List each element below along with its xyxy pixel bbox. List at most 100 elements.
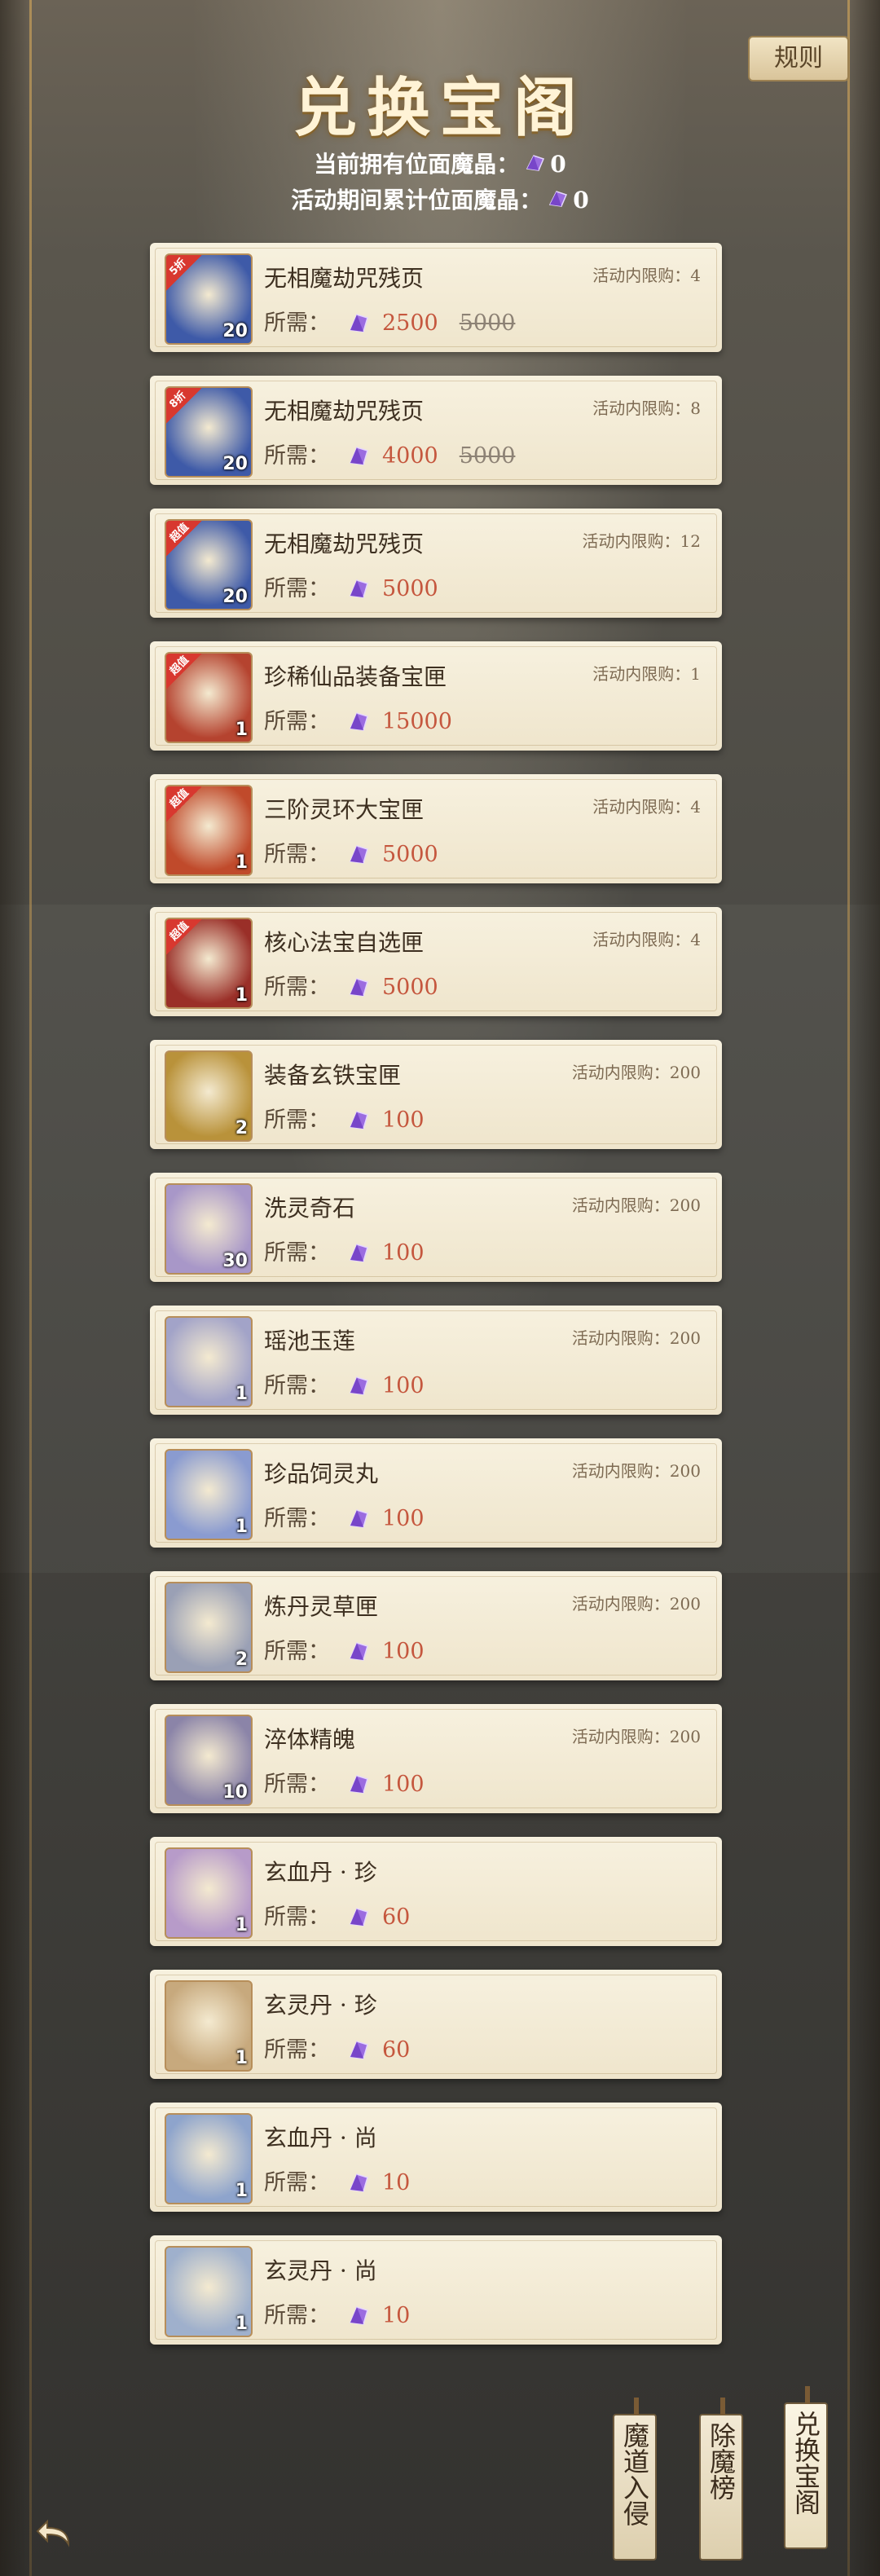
price-label: 所需： [264, 2303, 330, 2328]
price-row: 所需： 100 [264, 1766, 446, 1802]
item-quantity: 1 [235, 1915, 248, 1935]
item-quantity: 20 [222, 321, 248, 341]
price-label: 所需： [264, 1373, 330, 1398]
price-label: 所需： [264, 1639, 330, 1664]
exchange-item-card[interactable]: 2 装备玄铁宝匣 活动内限购：200 所需： 100 [150, 1040, 722, 1149]
left-decoration [0, 0, 33, 2576]
exchange-item-card[interactable]: 1 玄血丹 · 珍所需： 60 [150, 1837, 722, 1946]
rules-button[interactable]: 规则 [748, 36, 849, 81]
pill-gold-icon: 1 [165, 1980, 253, 2072]
tab-demon-ranking[interactable]: 除魔榜 [699, 2398, 743, 2561]
price-row: 所需： 60 [264, 2032, 431, 2067]
item-name: 装备玄铁宝匣 [264, 1062, 402, 1089]
purchase-limit: 活动内限购：200 [571, 1196, 701, 1215]
crystal-icon [346, 1772, 371, 1802]
item-quantity: 10 [222, 1782, 248, 1803]
item-quantity: 2 [235, 1118, 248, 1138]
item-quantity: 1 [235, 985, 248, 1006]
exchange-item-card[interactable]: 超值 20 无相魔劫咒残页 活动内限购：12 所需： 5000 [150, 509, 722, 618]
cumulative-value: 0 [573, 187, 589, 214]
item-name: 淬体精魄 [264, 1726, 356, 1753]
cumulative-currency: 活动期间累计位面魔晶： 0 [0, 183, 880, 215]
exchange-item-card[interactable]: 超值 1 三阶灵环大宝匣 活动内限购：4 所需： 5000 [150, 774, 722, 883]
price-row: 所需： 5000 [264, 836, 460, 872]
herb-chest-icon: 2 [165, 1582, 253, 1673]
exchange-item-card[interactable]: 1 瑶池玉莲 活动内限购：200 所需： 100 [150, 1306, 722, 1415]
item-price: 100 [382, 1506, 425, 1531]
item-name: 玄血丹 · 珍 [264, 1859, 377, 1886]
ring-chest-icon: 超值 1 [165, 785, 253, 876]
crystal-icon [346, 842, 371, 872]
price-row: 所需： 100 [264, 1633, 446, 1669]
iron-chest-icon: 2 [165, 1050, 253, 1142]
crystal-icon [346, 576, 371, 606]
owned-currency: 当前拥有位面魔晶： 0 [0, 147, 880, 179]
pill-purple-icon: 1 [165, 2113, 253, 2204]
exchange-item-card[interactable]: 超值 1 核心法宝自选匣 活动内限购：4 所需： 5000 [150, 907, 722, 1016]
exchange-item-card[interactable]: 1 玄灵丹 · 珍所需： 60 [150, 1970, 722, 2079]
item-name: 无相魔劫咒残页 [264, 265, 425, 292]
item-name: 珍品饲灵丸 [264, 1460, 379, 1487]
discount-badge: 8折 [166, 388, 202, 424]
discount-badge-label: 5折 [167, 256, 189, 279]
purchase-limit: 活动内限购：12 [582, 531, 701, 551]
scroll-icon: 5折 20 [165, 253, 253, 345]
item-name: 炼丹灵草匣 [264, 1593, 379, 1620]
tab-tassel [805, 2386, 810, 2404]
crystal-icon [346, 2037, 371, 2067]
price-row: 所需： 5000 [264, 969, 460, 1005]
purchase-limit: 活动内限购：4 [592, 797, 701, 817]
item-quantity: 1 [235, 2048, 248, 2068]
original-price: 5000 [459, 443, 516, 469]
price-row: 所需： 2500 5000 [264, 305, 515, 341]
right-decoration [847, 0, 880, 2576]
discount-badge-label: 8折 [167, 389, 189, 412]
price-row: 所需： 100 [264, 1500, 446, 1536]
price-row: 所需： 10 [264, 2297, 431, 2333]
exchange-item-card[interactable]: 1 玄血丹 · 尚所需： 10 [150, 2103, 722, 2212]
exchange-item-card[interactable]: 30 洗灵奇石 活动内限购：200 所需： 100 [150, 1173, 722, 1282]
item-name: 洗灵奇石 [264, 1195, 356, 1222]
item-quantity: 1 [235, 852, 248, 873]
exchange-item-card[interactable]: 2 炼丹灵草匣 活动内限购：200 所需： 100 [150, 1571, 722, 1680]
item-name: 玄灵丹 · 尚 [264, 2257, 377, 2284]
discount-badge-label: 超值 [167, 521, 191, 545]
price-label: 所需： [264, 1772, 330, 1797]
crystal-icon [346, 2170, 371, 2200]
purchase-limit: 活动内限购：200 [571, 1461, 701, 1481]
scroll-icon: 8折 20 [165, 386, 253, 478]
item-name: 无相魔劫咒残页 [264, 398, 425, 425]
owned-value: 0 [550, 151, 566, 178]
exchange-item-card[interactable]: 5折 20 无相魔劫咒残页 活动内限购：4 所需： 2500 5000 [150, 243, 722, 352]
item-price: 100 [382, 1240, 425, 1266]
cumulative-label: 活动期间累计位面魔晶： [291, 187, 543, 214]
purchase-limit: 活动内限购：200 [571, 1328, 701, 1348]
price-row: 所需： 4000 5000 [264, 438, 515, 473]
exchange-item-card[interactable]: 10 淬体精魄 活动内限购：200 所需： 100 [150, 1704, 722, 1813]
pill-gold-icon: 1 [165, 2246, 253, 2337]
discount-badge: 超值 [166, 786, 202, 822]
crystal-icon [346, 1506, 371, 1536]
exchange-item-card[interactable]: 1 玄灵丹 · 尚所需： 10 [150, 2235, 722, 2345]
item-price: 100 [382, 1373, 425, 1398]
exchange-item-card[interactable]: 1 珍品饲灵丸 活动内限购：200 所需： 100 [150, 1438, 722, 1548]
item-quantity: 1 [235, 1517, 248, 1537]
item-price: 15000 [382, 709, 452, 734]
item-price: 5000 [382, 576, 438, 601]
crystal-icon [346, 1240, 371, 1270]
price-label: 所需： [264, 1240, 330, 1266]
tab-exchange-shop[interactable]: 兑换宝阁 [784, 2386, 828, 2549]
price-row: 所需： 100 [264, 1102, 446, 1138]
crystal-icon [346, 975, 371, 1005]
exchange-item-card[interactable]: 8折 20 无相魔劫咒残页 活动内限购：8 所需： 4000 5000 [150, 376, 722, 485]
tab-demon-invasion[interactable]: 魔道入侵 [613, 2398, 657, 2561]
item-quantity: 1 [235, 2181, 248, 2201]
left-gold-border [29, 0, 32, 2576]
price-label: 所需： [264, 1904, 330, 1930]
back-icon[interactable] [36, 2518, 77, 2551]
discount-badge-label: 超值 [167, 786, 191, 811]
item-quantity: 20 [222, 587, 248, 607]
exchange-item-card[interactable]: 超值 1 珍稀仙品装备宝匣 活动内限购：1 所需： 15000 [150, 641, 722, 751]
purchase-limit: 活动内限购：1 [592, 664, 701, 684]
tab-tassel [720, 2398, 725, 2415]
